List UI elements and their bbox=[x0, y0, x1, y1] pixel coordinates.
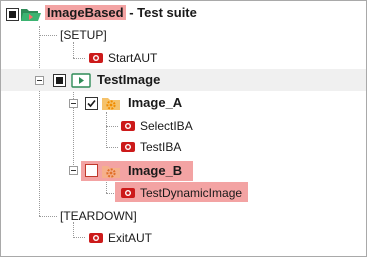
collapse-toggle[interactable] bbox=[69, 166, 78, 175]
tree-guide bbox=[73, 42, 74, 58]
gear-folder-icon bbox=[101, 163, 121, 184]
gear-folder-icon bbox=[101, 95, 121, 116]
action-testdynamicimage[interactable]: TestDynamicImage bbox=[140, 185, 242, 201]
record-action-icon bbox=[120, 119, 136, 138]
record-action-icon bbox=[88, 51, 104, 70]
root-checkbox[interactable] bbox=[6, 8, 19, 21]
testimage-checkbox[interactable] bbox=[53, 74, 66, 87]
tree-guide bbox=[106, 126, 118, 127]
folder-open-icon bbox=[20, 6, 42, 27]
record-action-icon bbox=[120, 186, 136, 205]
tree-guide bbox=[39, 35, 57, 36]
collapse-toggle[interactable] bbox=[69, 99, 78, 108]
setup-label[interactable]: [SETUP] bbox=[60, 27, 107, 43]
root-name: ImageBased bbox=[45, 5, 126, 20]
teardown-label[interactable]: [TEARDOWN] bbox=[60, 208, 137, 224]
record-action-icon bbox=[120, 140, 136, 159]
test-folder-icon bbox=[71, 72, 91, 93]
tree-guide bbox=[73, 58, 85, 59]
root-title[interactable]: ImageBased - Test suite bbox=[45, 5, 197, 21]
action-startaut[interactable]: StartAUT bbox=[108, 50, 157, 66]
tree-guide bbox=[73, 237, 85, 238]
action-selectiba[interactable]: SelectIBA bbox=[140, 118, 193, 134]
root-suffix: - Test suite bbox=[125, 5, 197, 20]
action-testiba[interactable]: TestIBA bbox=[140, 139, 181, 155]
testimage-label[interactable]: TestImage bbox=[97, 72, 160, 88]
tree-guide bbox=[73, 222, 74, 238]
tree-guide bbox=[106, 147, 118, 148]
image-a-label[interactable]: Image_A bbox=[128, 95, 182, 111]
record-action-icon bbox=[88, 231, 104, 250]
tree-guide bbox=[106, 112, 107, 148]
image-b-checkbox[interactable] bbox=[85, 164, 98, 177]
tree-guide bbox=[39, 26, 40, 216]
action-exitaut[interactable]: ExitAUT bbox=[108, 230, 152, 246]
image-a-checkbox[interactable] bbox=[85, 97, 98, 110]
collapse-toggle[interactable] bbox=[35, 76, 44, 85]
image-b-label[interactable]: Image_B bbox=[128, 163, 182, 179]
tree-guide bbox=[39, 216, 57, 217]
